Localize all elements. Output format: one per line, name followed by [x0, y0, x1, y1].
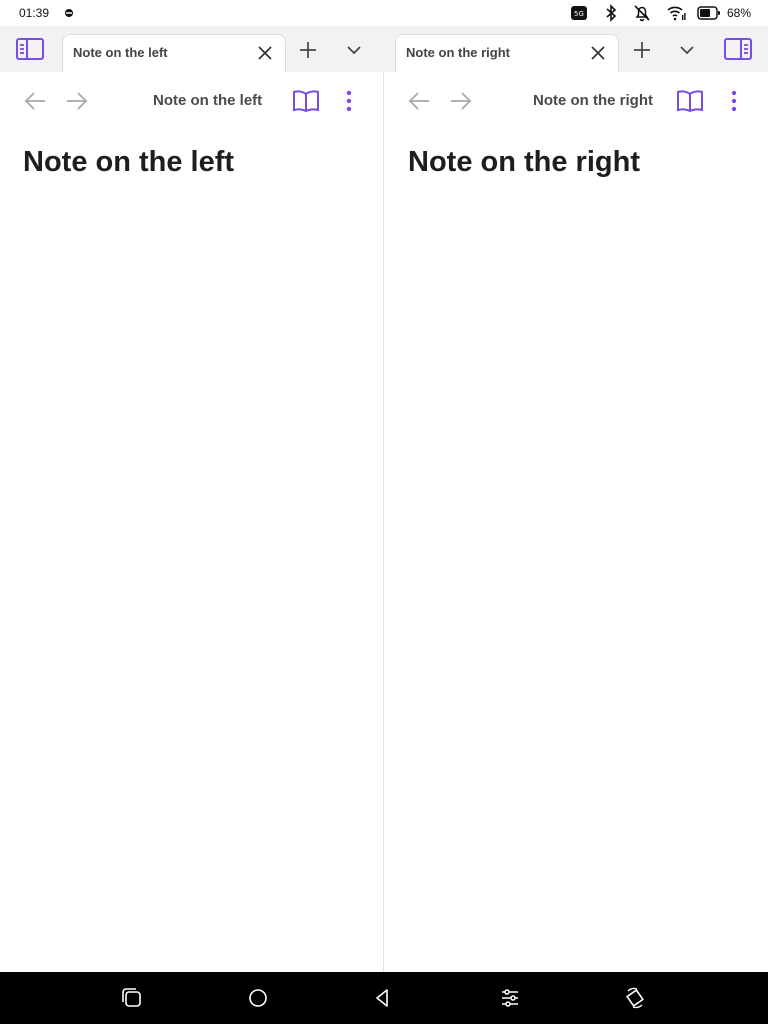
right-sidebar-toggle-icon[interactable] — [722, 33, 754, 65]
close-icon[interactable] — [582, 37, 614, 69]
reading-mode-book-icon[interactable] — [674, 85, 706, 117]
tab-title: Note on the right — [406, 45, 510, 60]
back-arrow-icon[interactable] — [19, 85, 51, 117]
home-icon[interactable] — [244, 984, 272, 1012]
tab-header: Note on the left Note on the right — [0, 26, 768, 72]
svg-text:5G: 5G — [574, 10, 584, 18]
view-header: Note on the left — [0, 72, 383, 130]
new-tab-icon[interactable] — [292, 34, 324, 66]
new-tab-icon[interactable] — [626, 34, 658, 66]
tab-list-chevron-icon[interactable] — [671, 34, 703, 66]
sync-icon — [62, 6, 76, 20]
tab-list-chevron-icon[interactable] — [338, 34, 370, 66]
left-sidebar-toggle-icon[interactable] — [14, 33, 46, 65]
forward-arrow-icon[interactable] — [61, 85, 93, 117]
reading-mode-book-icon[interactable] — [290, 85, 322, 117]
back-arrow-icon[interactable] — [403, 85, 435, 117]
forward-arrow-icon[interactable] — [445, 85, 477, 117]
screen-rotate-icon[interactable] — [621, 984, 649, 1012]
tab-title: Note on the left — [73, 45, 168, 60]
status-time: 01:39 — [19, 6, 50, 20]
tab-note-left[interactable]: Note on the left — [62, 34, 286, 72]
bluetooth-icon — [602, 4, 620, 22]
back-icon[interactable] — [368, 984, 396, 1012]
left-pane: Note on the left Note on the left — [0, 72, 384, 972]
recent-apps-icon[interactable] — [118, 984, 146, 1012]
close-icon[interactable] — [249, 37, 281, 69]
battery-icon — [697, 5, 720, 23]
note-heading[interactable]: Note on the left — [23, 146, 234, 179]
tab-note-right[interactable]: Note on the right — [395, 34, 619, 72]
right-pane: Note on the right Note on the right — [385, 72, 768, 972]
note-heading[interactable]: Note on the right — [408, 146, 640, 179]
view-title[interactable]: Note on the left — [153, 92, 262, 109]
more-options-icon[interactable] — [333, 85, 365, 117]
wifi-icon — [666, 4, 686, 22]
settings-sliders-icon[interactable] — [496, 984, 524, 1012]
battery-percent: 68% — [727, 6, 752, 20]
cast-icon: 5G — [570, 4, 588, 22]
more-options-icon[interactable] — [718, 85, 750, 117]
status-bar: 01:39 5G 68% — [0, 0, 768, 26]
notifications-off-icon — [633, 4, 651, 22]
system-nav-bar — [0, 972, 768, 1024]
view-title[interactable]: Note on the right — [533, 92, 653, 109]
view-header: Note on the right — [385, 72, 768, 130]
